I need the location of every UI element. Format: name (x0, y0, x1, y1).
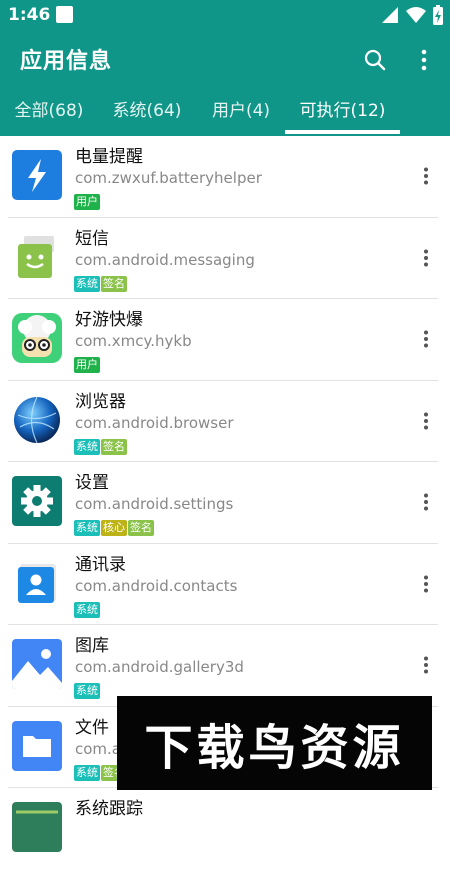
contacts-app-icon (12, 558, 62, 608)
tag-user: 用户 (74, 357, 100, 373)
messaging-app-icon (12, 232, 62, 282)
more-vert-icon (421, 49, 427, 71)
overflow-menu-button[interactable] (406, 42, 442, 78)
app-name: 图库 (75, 636, 109, 656)
wifi-icon (405, 7, 426, 23)
app-tags: 系统 签名 (74, 438, 128, 456)
tab-bar: 全部(68) 系统(64) 用户(4) 可执行(12) (0, 88, 450, 136)
app-tags: 系统 核心 签名 (74, 520, 155, 537)
gallery-app-icon (12, 639, 62, 689)
status-bar: 1:46 (0, 0, 450, 32)
tag-system: 系统 (74, 520, 100, 536)
battery-icon (433, 5, 443, 25)
list-item[interactable]: 好游快爆 com.xmcy.hykb 用户 (8, 299, 438, 381)
app-name: 电量提醒 (75, 147, 143, 167)
battery-app-icon (12, 150, 62, 200)
tag-system: 系统 (74, 683, 100, 699)
item-more-button[interactable] (414, 327, 438, 351)
app-name: 短信 (75, 228, 109, 249)
app-bar: 应用信息 (0, 32, 450, 88)
system-trace-app-icon (12, 802, 62, 852)
app-name: 设置 (75, 473, 109, 493)
tag-core: 核心 (101, 520, 127, 536)
app-package: com.xmcy.hykb (75, 332, 192, 350)
app-tags: 系统 (74, 601, 101, 619)
watermark-banner: 下载鸟资源 (117, 696, 432, 790)
app-package: com.a (75, 739, 121, 758)
tag-signature: 签名 (101, 438, 127, 455)
list-item[interactable]: 电量提醒 com.zwxuf.batteryhelper 用户 (8, 136, 438, 218)
list-item[interactable]: 系统跟踪 (8, 788, 438, 869)
hykb-app-icon (12, 313, 62, 363)
search-button[interactable] (357, 42, 393, 78)
item-more-button[interactable] (414, 164, 438, 188)
search-icon (364, 49, 386, 71)
app-package: com.android.settings (75, 495, 234, 513)
files-app-icon (12, 720, 62, 771)
app-package: com.android.gallery3d (75, 658, 244, 676)
item-more-button[interactable] (414, 490, 438, 514)
list-item[interactable]: 浏览器 com.android.browser 系统 签名 (8, 381, 438, 462)
notification-icon (56, 6, 73, 23)
list-item[interactable]: 图库 com.android.gallery3d 系统 (8, 625, 438, 707)
more-vert-icon (424, 412, 428, 429)
list-item[interactable]: 设置 com.android.settings 系统 核心 签名 (8, 462, 438, 544)
app-tags: 用户 (74, 194, 101, 211)
app-name: 浏览器 (75, 391, 126, 412)
app-package: com.android.browser (75, 413, 234, 432)
app-tags: 系统 签名 (74, 275, 128, 293)
tag-signature: 签名 (101, 275, 127, 292)
app-name: 通讯录 (75, 554, 126, 575)
app-name: 文件 (75, 717, 109, 738)
more-vert-icon (424, 656, 428, 674)
more-vert-icon (424, 249, 428, 266)
tag-system: 系统 (74, 275, 100, 292)
tab-all[interactable]: 全部(68) (10, 88, 88, 136)
tag-signature: 签名 (128, 520, 154, 536)
item-more-button[interactable] (414, 246, 438, 270)
tag-system: 系统 (74, 764, 100, 781)
tab-indicator (285, 130, 400, 134)
page-title: 应用信息 (20, 49, 113, 74)
tag-user: 用户 (74, 194, 100, 210)
app-package: com.zwxuf.batteryhelper (75, 169, 262, 187)
settings-app-icon (12, 476, 62, 526)
tab-user[interactable]: 用户(4) (206, 88, 276, 136)
more-vert-icon (424, 167, 428, 185)
tag-system: 系统 (74, 438, 100, 455)
list-item[interactable]: 通讯录 com.android.contacts 系统 (8, 544, 438, 625)
more-vert-icon (424, 493, 428, 511)
item-more-button[interactable] (414, 653, 438, 677)
more-vert-icon (424, 330, 428, 348)
status-icons (380, 4, 444, 28)
tab-system[interactable]: 系统(64) (108, 88, 186, 136)
app-tags: 系统 (74, 683, 101, 700)
browser-app-icon (12, 395, 62, 445)
status-time: 1:46 (8, 5, 51, 25)
list-item[interactable]: 短信 com.android.messaging 系统 签名 (8, 218, 438, 299)
signal-icon (381, 7, 398, 23)
tab-executable[interactable]: 可执行(12) (290, 88, 395, 136)
item-more-button[interactable] (414, 572, 438, 596)
more-vert-icon (424, 575, 428, 592)
app-name: 系统跟踪 (75, 799, 143, 819)
app-package: com.android.messaging (75, 250, 255, 269)
app-package: com.android.contacts (75, 576, 238, 595)
app-name: 好游快爆 (75, 310, 143, 330)
item-more-button[interactable] (414, 409, 438, 433)
app-tags: 用户 (74, 357, 101, 374)
tag-system: 系统 (74, 601, 100, 618)
